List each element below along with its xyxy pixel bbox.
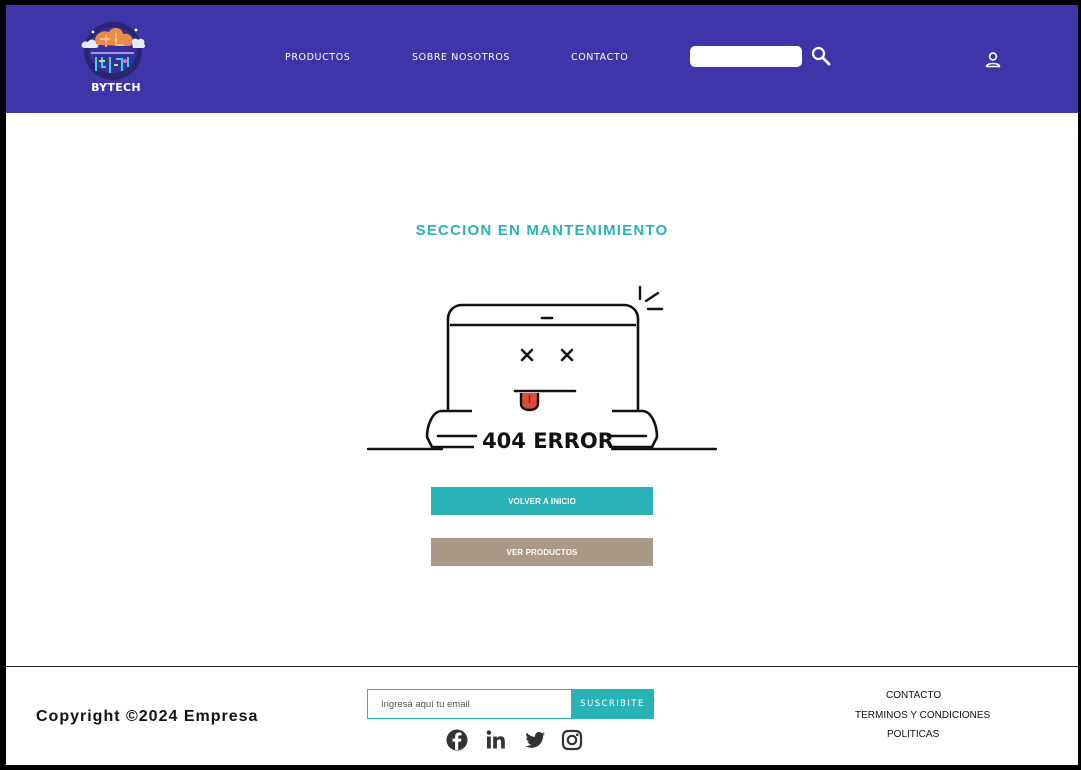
search-icon xyxy=(811,46,831,66)
account-button[interactable] xyxy=(983,50,1003,70)
footer-link-politicas[interactable]: POLITICAS xyxy=(887,729,939,740)
search-button[interactable] xyxy=(810,45,832,67)
copyright-text: Copyright ©2024 Empresa xyxy=(36,708,259,725)
twitter-link[interactable] xyxy=(523,728,547,752)
nav-sobre-nosotros[interactable]: SOBRE NOSOTROS xyxy=(412,52,510,63)
nav-contacto[interactable]: CONTACTO xyxy=(571,52,628,63)
404-error-illustration: 404 ERROR xyxy=(366,285,718,453)
instagram-icon xyxy=(561,729,583,751)
brand-name: BYTECH xyxy=(91,81,141,94)
twitter-icon xyxy=(525,732,545,748)
search-input[interactable] xyxy=(690,46,802,67)
footer-link-contacto[interactable]: CONTACTO xyxy=(886,690,941,701)
site-header: BYTECH PRODUCTOS SOBRE NOSOTROS CONTACTO xyxy=(6,5,1078,113)
view-products-button[interactable]: VER PRODUCTOS xyxy=(431,538,653,566)
page-title: SECCION EN MANTENIMIENTO xyxy=(415,222,669,239)
bytech-logo[interactable]: BYTECH xyxy=(76,17,156,101)
footer-divider xyxy=(6,666,1078,667)
instagram-link[interactable] xyxy=(560,728,584,752)
user-icon xyxy=(985,52,1001,68)
back-to-home-button[interactable]: VOLVER A INICIO xyxy=(431,487,653,515)
subscribe-button[interactable]: SUSCRIBITE xyxy=(571,689,654,719)
footer-link-terminos[interactable]: TERMINOS Y CONDICIONES xyxy=(855,710,990,721)
linkedin-icon xyxy=(486,730,505,749)
error-label: 404 ERROR xyxy=(482,429,614,453)
facebook-icon xyxy=(446,729,468,751)
page: BYTECH PRODUCTOS SOBRE NOSOTROS CONTACTO… xyxy=(6,5,1078,765)
logo-graphic xyxy=(81,22,146,80)
newsletter-email-input[interactable] xyxy=(367,689,572,719)
nav-productos[interactable]: PRODUCTOS xyxy=(285,52,350,63)
facebook-link[interactable] xyxy=(445,728,469,752)
linkedin-link[interactable] xyxy=(484,728,508,752)
